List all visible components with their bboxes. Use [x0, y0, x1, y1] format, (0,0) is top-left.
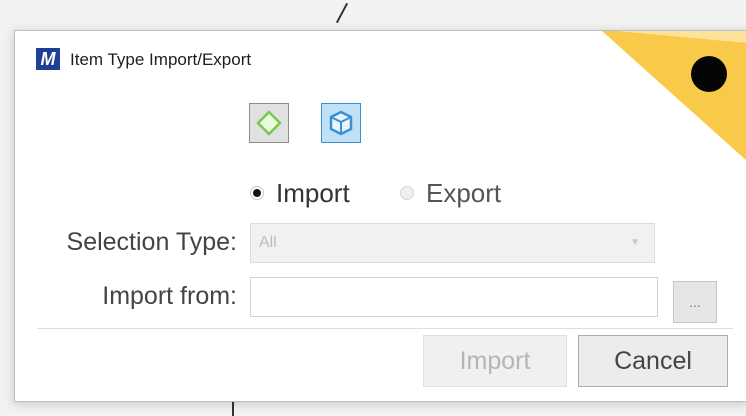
selection-type-value: All: [259, 234, 277, 251]
object-cube-icon: [329, 110, 353, 136]
import-from-label: Import from:: [102, 282, 237, 310]
cancel-button[interactable]: Cancel: [578, 335, 728, 387]
export-radio-dot[interactable]: [400, 186, 414, 200]
chevron-down-icon: ▼: [630, 237, 640, 248]
export-radio-label: Export: [426, 177, 502, 208]
export-radio[interactable]: Export: [400, 177, 502, 208]
separator: [37, 328, 733, 329]
selection-type-label: Selection Type:: [66, 228, 237, 256]
background-stroke: [232, 400, 234, 416]
object-mode-button[interactable]: [321, 103, 361, 143]
import-from-input[interactable]: [250, 277, 658, 317]
app-logo-icon: M: [36, 48, 60, 70]
import-radio-dot[interactable]: [250, 186, 264, 200]
corner-badge-icon: [602, 31, 746, 161]
import-button[interactable]: Import: [423, 335, 567, 387]
import-radio-label: Import: [276, 177, 350, 208]
import-export-dialog: M Item Type Import/Export Import Export …: [14, 30, 746, 402]
item-type-mode-button[interactable]: [249, 103, 289, 143]
dialog-title: Item Type Import/Export: [70, 50, 252, 69]
selection-type-select[interactable]: All ▼: [250, 223, 655, 263]
item-type-icon: [256, 110, 282, 136]
background-stroke: [335, 2, 349, 24]
browse-button[interactable]: ...: [673, 281, 717, 323]
import-radio[interactable]: Import: [250, 177, 350, 208]
